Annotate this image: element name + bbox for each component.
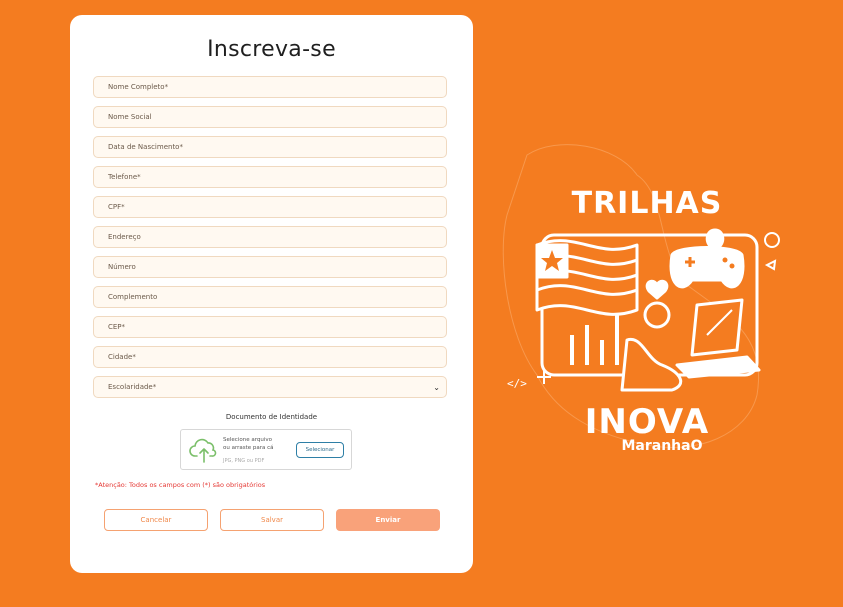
save-button[interactable]: Salvar	[220, 509, 324, 531]
cep-field[interactable]: CEP*	[93, 316, 447, 338]
maranhao-flag-icon	[535, 239, 639, 316]
upload-text-line-1: Selecione arquivo	[223, 437, 272, 443]
social-name-field[interactable]: Nome Social	[93, 106, 447, 128]
cloud-upload-icon	[189, 438, 217, 463]
complement-field[interactable]: Complemento	[93, 286, 447, 308]
upload-text-line-2: ou arraste para cá	[223, 445, 274, 451]
trilhas-logo-text: TRILHAS	[572, 186, 723, 221]
laptop-icon	[675, 298, 761, 379]
stopwatch-icon	[643, 301, 671, 329]
full-name-field[interactable]: Nome Completo*	[93, 76, 447, 98]
cpf-field[interactable]: CPF*	[93, 196, 447, 218]
tablet-illustration	[535, 228, 761, 392]
number-field[interactable]: Número	[93, 256, 447, 278]
inova-logo-text: INOVA	[585, 402, 709, 442]
education-selected-value: Escolaridade*	[108, 383, 157, 391]
address-field[interactable]: Endereço	[93, 226, 447, 248]
bar-chart-icon	[570, 315, 619, 365]
sneaker-icon	[620, 337, 683, 392]
signup-card: Inscreva-se Nome Completo* Nome Social D…	[70, 15, 473, 573]
upload-formats: JPG, PNG ou PDF	[223, 458, 265, 464]
document-label: Documento de Identidade	[225, 413, 318, 421]
form-title: Inscreva-se	[207, 37, 336, 62]
upload-instructions: Selecione arquivo ou arraste para cá	[223, 436, 274, 452]
gamepad-icon	[669, 246, 745, 289]
maranhao-logo-text: MaranhaO	[621, 438, 702, 454]
phone-field[interactable]: Telefone*	[93, 166, 447, 188]
plus-icon	[537, 370, 551, 384]
file-upload-dropzone[interactable]: Selecione arquivo ou arraste para cá JPG…	[180, 429, 352, 470]
required-fields-warning: *Atenção: Todos os campos com (*) são ob…	[95, 481, 266, 489]
chevron-down-icon: ⌄	[433, 382, 440, 392]
cancel-button[interactable]: Cancelar	[104, 509, 208, 531]
education-select[interactable]: Escolaridade* ⌄	[93, 376, 447, 398]
heart-icon	[645, 279, 669, 300]
send-button[interactable]: Enviar	[336, 509, 440, 531]
birth-date-field[interactable]: Data de Nascimento*	[93, 136, 447, 158]
code-icon: </>	[507, 377, 527, 390]
circle-decoration-icon	[764, 232, 780, 248]
trilhas-illustration: TRILHAS </> INOVA MaranhaO	[502, 144, 780, 454]
city-field[interactable]: Cidade*	[93, 346, 447, 368]
select-file-button[interactable]: Selecionar	[296, 442, 344, 458]
triangle-decoration-icon	[764, 259, 777, 271]
